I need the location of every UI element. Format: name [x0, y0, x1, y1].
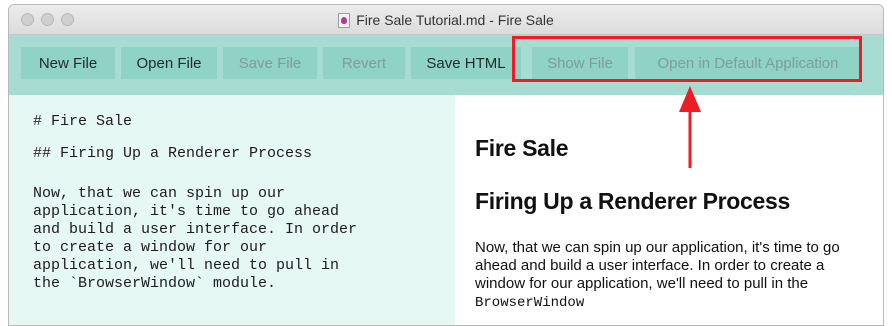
window-title-group: Fire Sale Tutorial.md - Fire Sale — [9, 5, 883, 35]
window-title: Fire Sale Tutorial.md - Fire Sale — [356, 12, 554, 28]
html-preview: Fire Sale Firing Up a Renderer Process N… — [455, 95, 883, 325]
editor-para-line: application, it's time to go ahead — [33, 203, 340, 220]
editor-para-line: and build a user interface. In order — [33, 221, 358, 238]
editor-para-line: Now, that we can spin up our — [33, 185, 286, 202]
editor-line-h1: # Fire Sale — [33, 113, 133, 130]
new-file-button[interactable]: New File — [21, 47, 115, 79]
open-in-default-application-button[interactable]: Open in Default Application — [635, 47, 861, 79]
editor-para-line: the `BrowserWindow` module. — [33, 275, 277, 292]
app-window: Fire Sale Tutorial.md - Fire Sale New Fi… — [8, 4, 884, 326]
document-icon — [338, 12, 351, 28]
revert-button[interactable]: Revert — [323, 47, 405, 79]
save-html-button[interactable]: Save HTML — [411, 47, 521, 79]
preview-heading-2: Firing Up a Renderer Process — [475, 188, 790, 214]
editor-line-h2: ## Firing Up a Renderer Process — [33, 145, 313, 162]
toolbar: New File Open File Save File Revert Save… — [9, 35, 883, 95]
editor-para-line: application, we'll need to pull in — [33, 257, 340, 274]
preview-heading-1: Fire Sale — [475, 135, 569, 161]
editor-para-line: to create a window for our — [33, 239, 268, 256]
save-file-button[interactable]: Save File — [223, 47, 317, 79]
preview-paragraph: Now, that we can spin up our application… — [475, 239, 875, 312]
open-file-button[interactable]: Open File — [121, 47, 217, 79]
preview-paragraph-text: Now, that we can spin up our application… — [475, 239, 840, 292]
show-file-button[interactable]: Show File — [532, 47, 628, 79]
preview-inline-code: BrowserWindow — [475, 295, 585, 311]
title-bar[interactable]: Fire Sale Tutorial.md - Fire Sale — [9, 5, 883, 35]
markdown-editor[interactable]: # Fire Sale ## Firing Up a Renderer Proce… — [9, 95, 455, 325]
